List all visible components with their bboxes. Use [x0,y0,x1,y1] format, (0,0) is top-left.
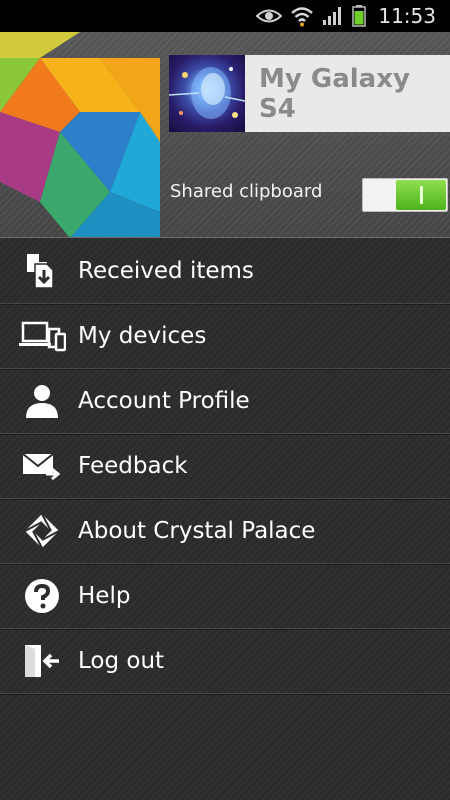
menu-item-received-items[interactable]: Received items [0,239,450,304]
menu-item-label: Account Profile [78,388,250,414]
mail-forward-icon [0,434,78,499]
toggle-on-state [396,180,446,210]
menu-item-label: Feedback [78,453,188,479]
help-icon [0,564,78,629]
crystal-palace-logo-icon [0,499,78,564]
person-icon [0,369,78,434]
shared-clipboard-toggle[interactable] [362,178,448,212]
wifi-icon [290,5,314,27]
menu-item-my-devices[interactable]: My devices [0,304,450,369]
eye-icon [256,5,283,27]
logout-icon [0,629,78,694]
battery-icon [352,5,367,27]
drawer-header: My Galaxy S4 Shared clipboard [0,32,450,238]
signal-icon [322,5,344,27]
navigation-menu: Received items My devices Account Profil… [0,239,450,694]
menu-item-about[interactable]: About Crystal Palace [0,499,450,564]
device-name: My Galaxy S4 [259,63,410,124]
status-time: 11:53 [378,4,436,28]
menu-item-help[interactable]: Help [0,564,450,629]
device-avatar [169,55,245,132]
shared-clipboard-label: Shared clipboard [170,181,323,202]
menu-item-label: Log out [78,648,165,674]
received-items-icon [0,239,78,304]
device-card[interactable]: My Galaxy S4 [169,55,450,132]
menu-item-label: About Crystal Palace [78,518,316,544]
crystal-palace-logo [0,32,160,237]
status-bar: 11:53 [0,0,450,32]
devices-icon [0,304,78,369]
menu-item-label: My devices [78,323,207,349]
menu-item-log-out[interactable]: Log out [0,629,450,694]
menu-item-feedback[interactable]: Feedback [0,434,450,499]
menu-item-label: Help [78,583,131,609]
menu-item-account-profile[interactable]: Account Profile [0,369,450,434]
menu-item-label: Received items [78,258,254,284]
